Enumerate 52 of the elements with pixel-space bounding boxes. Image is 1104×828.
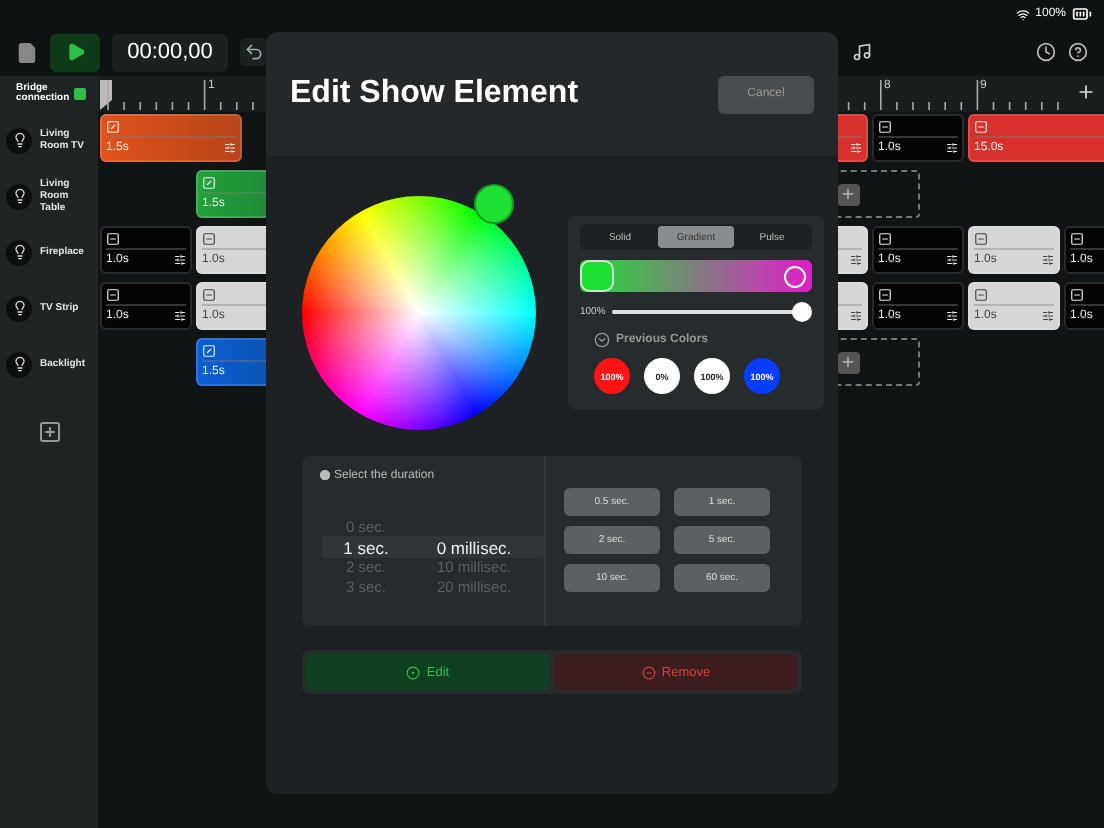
minus-square-icon (106, 232, 120, 246)
slash-square-icon (106, 120, 120, 134)
brightness-slider[interactable] (611, 302, 812, 322)
minus-square-icon (106, 288, 120, 302)
minus-square-icon (202, 288, 216, 302)
picker-option[interactable]: 1 sec. (343, 538, 389, 558)
minus-square-icon (1070, 232, 1084, 246)
minus-square-icon (202, 232, 216, 246)
minus-square-icon (878, 232, 892, 246)
sliders-icon[interactable] (946, 142, 958, 154)
minus-circle-icon (641, 665, 656, 679)
add-track-button[interactable] (37, 420, 61, 444)
bulb-icon (6, 295, 32, 321)
help-icon[interactable] (1068, 42, 1088, 62)
time-display: 00:00,00 (112, 33, 228, 71)
minus-square-icon (878, 120, 892, 134)
chevron-icon (594, 332, 610, 348)
bulb-icon (6, 183, 32, 209)
undo-button[interactable] (240, 38, 268, 66)
dot-circle-icon (406, 665, 421, 679)
sliders-icon[interactable] (1042, 310, 1054, 322)
plus-icon (840, 354, 856, 370)
sliders-icon[interactable] (946, 310, 958, 322)
color-thumb[interactable] (474, 184, 514, 224)
picker-option[interactable]: 0 millisec. (436, 538, 512, 558)
play-button[interactable] (50, 33, 100, 71)
dialog-title: Edit Show Element (290, 76, 579, 112)
bulb-icon (6, 351, 32, 377)
sliders-icon[interactable] (1042, 254, 1054, 266)
slash-square-icon (202, 176, 216, 190)
sliders-icon[interactable] (850, 310, 862, 322)
battery-icon (1072, 4, 1092, 24)
bulb-icon (6, 239, 32, 265)
play-icon (65, 42, 85, 62)
plus-icon (840, 186, 856, 202)
sliders-icon[interactable] (946, 254, 958, 266)
sliders-icon[interactable] (174, 254, 186, 266)
minus-square-icon (974, 232, 988, 246)
sliders-icon[interactable] (224, 142, 236, 154)
wifi-icon (1015, 7, 1030, 21)
sliders-icon[interactable] (850, 142, 862, 154)
minus-square-icon (878, 288, 892, 302)
music-note-icon[interactable] (852, 42, 872, 62)
add-button[interactable] (1076, 82, 1096, 102)
minus-square-icon (974, 120, 988, 134)
bulb-icon (6, 127, 32, 153)
minus-square-icon (974, 288, 988, 302)
slash-square-icon (202, 344, 216, 358)
minus-square-icon (1070, 288, 1084, 302)
sliders-icon[interactable] (850, 254, 862, 266)
document-icon[interactable] (16, 41, 38, 63)
sliders-icon[interactable] (174, 310, 186, 322)
